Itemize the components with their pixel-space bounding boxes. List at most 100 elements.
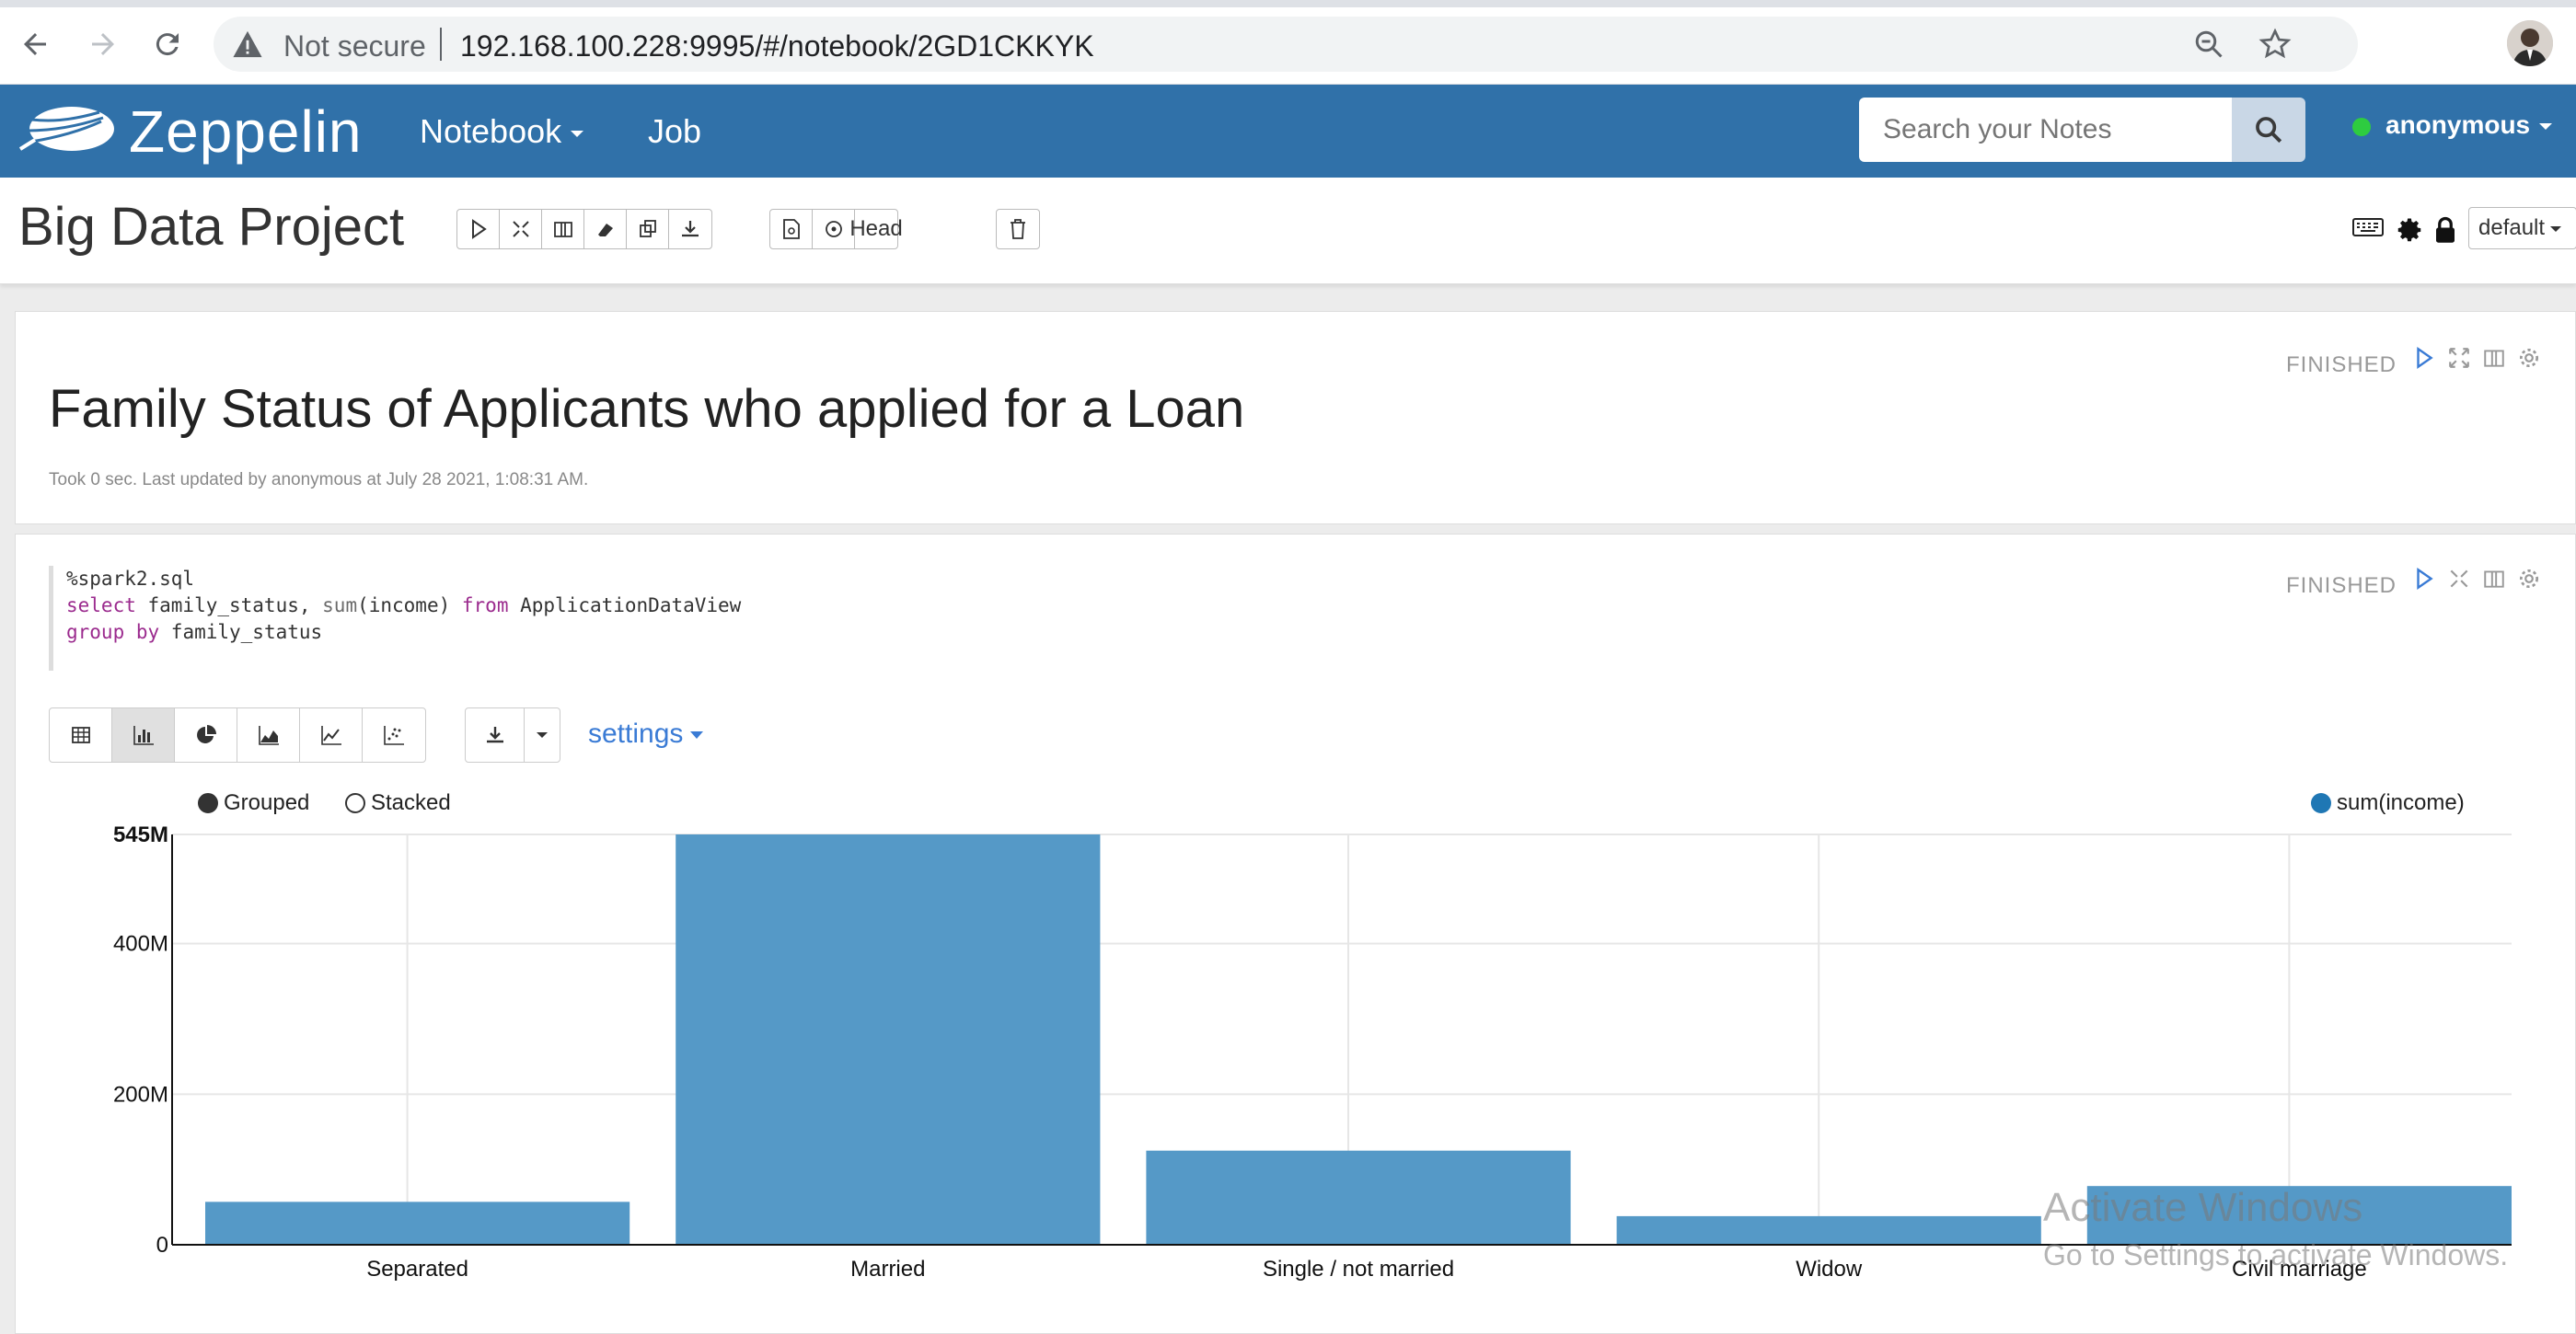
play-icon[interactable]: [2412, 566, 2436, 592]
download-toolbar: [465, 707, 560, 763]
chevron-down-icon: [537, 732, 548, 738]
code-text: (income): [357, 594, 462, 616]
reload-button[interactable]: [144, 20, 191, 68]
series-legend[interactable]: sum(income): [2311, 790, 2465, 816]
reload-icon: [156, 33, 179, 56]
person-icon: [2507, 20, 2553, 66]
collapse-arrows-icon[interactable]: [2447, 566, 2471, 592]
eraser-icon: [597, 224, 613, 236]
export-note-button[interactable]: [669, 210, 711, 248]
gear-icon[interactable]: [2397, 216, 2424, 244]
note-title[interactable]: Big Data Project: [18, 196, 404, 258]
stacked-option[interactable]: Stacked: [345, 790, 451, 816]
arrow-left-icon: [24, 33, 46, 55]
trash-icon: [1011, 219, 1025, 239]
bar-chart-button[interactable]: [112, 708, 175, 762]
profile-avatar[interactable]: [2507, 20, 2553, 66]
download-format-dropdown[interactable]: [525, 708, 560, 762]
brand-name[interactable]: Zeppelin: [129, 98, 363, 166]
forward-button[interactable]: [79, 20, 127, 68]
y-tick-label: 545M: [113, 822, 168, 847]
paragraph-status: FINISHED: [2286, 352, 2397, 377]
paragraph-controls: [2412, 345, 2541, 371]
tab-strip: [0, 0, 2576, 7]
search-notes-input[interactable]: [1859, 98, 2232, 162]
y-tick-label: 200M: [113, 1082, 168, 1107]
paragraph-heading[interactable]: FINISHED Family Status of Applicants who…: [15, 311, 2576, 524]
expand-arrows-icon[interactable]: [2447, 345, 2471, 371]
omnibox-divider: [440, 28, 442, 61]
line-chart-icon: [320, 726, 341, 745]
bar-chart-icon: [133, 726, 154, 745]
gear-icon[interactable]: [2517, 566, 2541, 592]
note-action-toolbar: [456, 209, 712, 249]
notebook-menu[interactable]: Notebook: [420, 112, 584, 151]
book-icon[interactable]: [2482, 345, 2506, 371]
bar: [1616, 1215, 2041, 1245]
security-label[interactable]: Not secure: [283, 29, 426, 63]
x-tick-label: Separated: [366, 1257, 468, 1282]
series-color-dot: [2311, 793, 2331, 813]
user-menu[interactable]: anonymous: [2352, 110, 2553, 140]
radio-selected-icon: [198, 793, 218, 813]
book-icon[interactable]: [2482, 566, 2506, 592]
warning-icon: [233, 30, 262, 58]
chart-settings-link[interactable]: settings: [588, 719, 704, 750]
grouped-option[interactable]: Grouped: [198, 790, 309, 816]
lock-icon[interactable]: [2433, 216, 2457, 244]
delete-note-button[interactable]: [997, 210, 1039, 248]
job-link[interactable]: Job: [648, 112, 701, 151]
play-icon: [471, 219, 487, 239]
zeppelin-logo-icon[interactable]: [18, 101, 116, 158]
scatter-chart-button[interactable]: [363, 708, 425, 762]
download-icon: [682, 221, 699, 237]
back-button[interactable]: [11, 20, 59, 68]
paragraph-controls: [2412, 566, 2541, 592]
commit-button[interactable]: [770, 210, 813, 248]
x-tick-label: Widow: [1796, 1257, 1863, 1282]
interpreter-binding-dropdown[interactable]: default: [2468, 207, 2576, 249]
keyboard-icon[interactable]: [2352, 216, 2384, 238]
area-chart-button[interactable]: [237, 708, 300, 762]
clone-note-button[interactable]: [627, 210, 669, 248]
online-status-icon: [2352, 117, 2371, 136]
url-text[interactable]: 192.168.100.228:9995/#/notebook/2GD1CKKY…: [460, 29, 1094, 63]
visualization-toolbar: [49, 707, 426, 763]
scatter-chart-icon: [384, 726, 404, 745]
search-icon: [2256, 117, 2282, 144]
version-control-toolbar: Head: [769, 209, 903, 249]
copy-icon: [639, 220, 656, 237]
pie-chart-button[interactable]: [175, 708, 237, 762]
code-editor[interactable]: %spark2.sql select family_status, sum(in…: [49, 566, 1613, 671]
watermark-line-1: Activate Windows: [2043, 1185, 2363, 1230]
sql-keyword: from: [461, 594, 509, 616]
watermark-line-2: Go to Settings to activate Windows.: [2043, 1238, 2509, 1271]
bar: [1146, 1150, 1571, 1245]
table-view-button[interactable]: [50, 708, 112, 762]
gear-icon[interactable]: [2517, 345, 2541, 371]
browser-toolbar: Not secure 192.168.100.228:9995/#/notebo…: [0, 0, 2576, 85]
toggle-code-button[interactable]: [500, 210, 542, 248]
star-icon[interactable]: [2258, 28, 2292, 61]
version-history-button[interactable]: [813, 210, 855, 248]
paragraph-meta: Took 0 sec. Last updated by anonymous at…: [49, 470, 589, 489]
zoom-out-icon[interactable]: [2192, 28, 2225, 61]
line-chart-button[interactable]: [300, 708, 363, 762]
paragraph-title: Family Status of Applicants who applied …: [49, 379, 1245, 439]
clear-output-button[interactable]: [584, 210, 627, 248]
chevron-down-icon: [690, 731, 704, 740]
chevron-down-icon: [2539, 123, 2553, 131]
paragraph-status: FINISHED: [2286, 573, 2397, 598]
activate-windows-watermark: Activate Windows Go to Settings to activ…: [2043, 1185, 2508, 1272]
y-tick-label: 0: [156, 1233, 168, 1258]
download-data-button[interactable]: [466, 708, 525, 762]
search-button[interactable]: [2232, 98, 2305, 162]
note-header: Big Data Project Head default: [0, 178, 2576, 284]
toggle-output-button[interactable]: [542, 210, 584, 248]
run-all-button[interactable]: [457, 210, 500, 248]
head-revision-button[interactable]: Head: [849, 210, 902, 248]
interpreter-binding-label: default: [2478, 215, 2546, 240]
radio-unselected-icon: [345, 793, 365, 813]
play-icon[interactable]: [2412, 345, 2436, 371]
address-bar[interactable]: Not secure 192.168.100.228:9995/#/notebo…: [214, 17, 2358, 72]
